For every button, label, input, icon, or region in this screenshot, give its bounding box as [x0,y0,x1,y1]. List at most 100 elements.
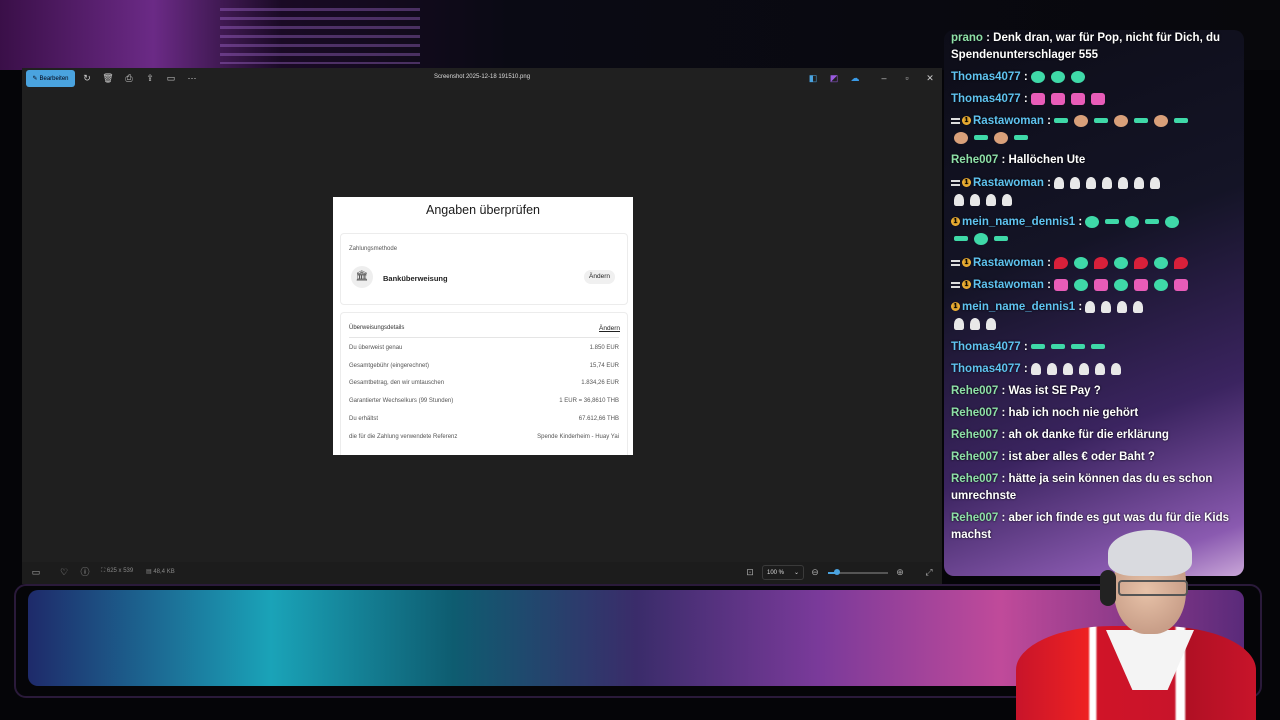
more-icon[interactable]: ⋯ [186,72,198,84]
emote-icon [1030,70,1045,83]
chat-username: Rehe007 [951,429,999,441]
emote-icon [1069,176,1080,189]
emote-icon [1173,278,1188,291]
emote-icon [1053,278,1068,291]
chat-message: 1 mein_name_dennis1 : [951,299,1233,333]
emote-icon [1053,256,1068,269]
emote-icon [1070,70,1085,83]
emote-icon [1078,362,1089,375]
chat-text: : Was ist SE Pay ? [1001,385,1101,397]
emote-icon [1030,92,1045,105]
emote-icon [974,135,988,141]
emote-icon [1073,278,1088,291]
emote-icon [994,236,1008,242]
delete-icon[interactable]: 🗑 [102,72,114,84]
chat-username: Rehe007 [951,451,999,463]
payment-method-label: Zahlungsmethode [349,246,398,252]
change-transfer-link[interactable]: Ändern [599,325,620,332]
chat-text: : [1047,115,1051,127]
paint-icon[interactable]: ◧ [807,72,819,84]
emote-icon [1145,219,1160,225]
chevron-down-icon: ⌄ [793,570,799,576]
chat-message: prano : Denk dran, war für Pop, nicht fü… [951,30,1233,64]
chat-text: : [1047,257,1051,269]
zoom-slider-thumb[interactable] [834,569,840,575]
filmstrip-icon[interactable]: ▭ [30,566,42,578]
emote-icon [1073,114,1088,127]
payment-method-card: Zahlungsmethode 🏛 Banküberweisung Ändern [340,233,628,305]
info-icon[interactable]: ⓘ [79,566,91,578]
chat-text: : [1023,93,1028,105]
emote-icon [1101,176,1112,189]
detail-value: 1 EUR = 36,8610 THB [559,398,619,404]
chat-text: : Denk dran, war für Pop, nicht für Dich… [951,32,1221,61]
chat-username: Rehe007 [951,385,999,397]
emote-icon [1133,118,1148,124]
chat-message: Rehe007 : ah ok danke für die erklärung [951,427,1233,444]
detail-row: Du erhältst 67.612,66 THB [349,416,619,422]
emote-icon [1070,344,1085,350]
onedrive-icon[interactable]: ☁ [849,72,861,84]
emote-icon [1173,118,1188,124]
sub-badge-icon [951,117,960,124]
detail-value: 1.850 EUR [589,345,619,351]
fullscreen-icon[interactable]: ⤢ [923,566,935,578]
maximize-button[interactable]: ▫ [900,72,914,84]
zoom-dropdown[interactable]: 100 % ⌄ [762,565,804,580]
chat-text: : Hallöchen Ute [1001,154,1086,166]
favorite-icon[interactable]: ♡ [58,566,70,578]
fit-icon[interactable]: ⊡ [744,566,756,578]
share-icon[interactable]: ⇪ [144,72,156,84]
bits-badge-icon: 1 [951,217,960,227]
chat-username: mein_name_dennis1 [962,301,1076,313]
emote-icon [954,317,964,330]
emote-icon [1014,135,1028,141]
minimize-button[interactable]: – [877,72,891,84]
emote-icon [1046,362,1057,375]
chat-message: 1 Rastawoman : [951,277,1233,294]
bits-badge-icon: 1 [962,280,971,290]
emote-icon [970,317,980,330]
window-title: Screenshot 2025-12-18 191510.png [433,74,531,80]
emote-icon [1085,300,1096,313]
chat-text: : [1023,71,1028,83]
emote-icon [1050,92,1065,105]
divider [349,337,619,338]
detail-row: Gesamtgebühr (eingerechnet) 15,74 EUR [349,363,619,369]
emote-icon [1085,215,1100,228]
sub-badge-icon [951,281,960,288]
bits-badge-icon: 1 [962,116,971,126]
emote-icon [1093,278,1108,291]
emote-icon [1093,118,1108,124]
zoom-slider[interactable] [828,569,888,575]
emote-icon [1113,278,1128,291]
emote-icon [1062,362,1073,375]
emote-icon [994,131,1008,144]
detail-label: Du überweist genau [349,345,403,351]
detail-value: 1.834,26 EUR [581,380,619,386]
zoom-in-icon[interactable]: ⊕ [894,566,906,578]
close-button[interactable]: ✕ [923,72,937,84]
detail-row: Garantierter Wechselkurs (99 Stunden) 1 E… [349,398,619,404]
chat-username: mein_name_dennis1 [962,216,1076,228]
emote-icon [1090,344,1105,350]
chat-username: Rehe007 [951,154,999,166]
emote-icon [1110,362,1121,375]
zoom-out-icon[interactable]: ⊖ [809,566,821,578]
chat-message: Rehe007 : hätte ja sein können das du es… [951,471,1233,505]
chat-message: Thomas4077 : [951,361,1233,378]
edit-button[interactable]: ✎ Bearbeiten [26,70,75,87]
detail-row: Gesamtbetrag, den wir umtauschen 1.834,26… [349,380,619,386]
detail-label: die für die Zahlung verwendete Referenz [349,434,458,440]
slideshow-icon[interactable]: ▭ [165,72,177,84]
chat-text: : [1023,341,1028,353]
clipchamp-icon[interactable]: ◩ [828,72,840,84]
rotate-icon[interactable]: ↻ [81,72,93,84]
print-icon[interactable]: ⎙ [123,72,135,84]
screenshot-image: Angaben überprüfen Zahlungsmethode 🏛 Ban… [333,197,633,455]
change-payment-button[interactable]: Ändern [584,270,615,284]
bits-badge-icon: 1 [962,178,971,188]
chat-text: : hab ich noch nie gehört [1001,407,1139,419]
emote-icon [986,317,996,330]
emote-icon [1153,256,1168,269]
